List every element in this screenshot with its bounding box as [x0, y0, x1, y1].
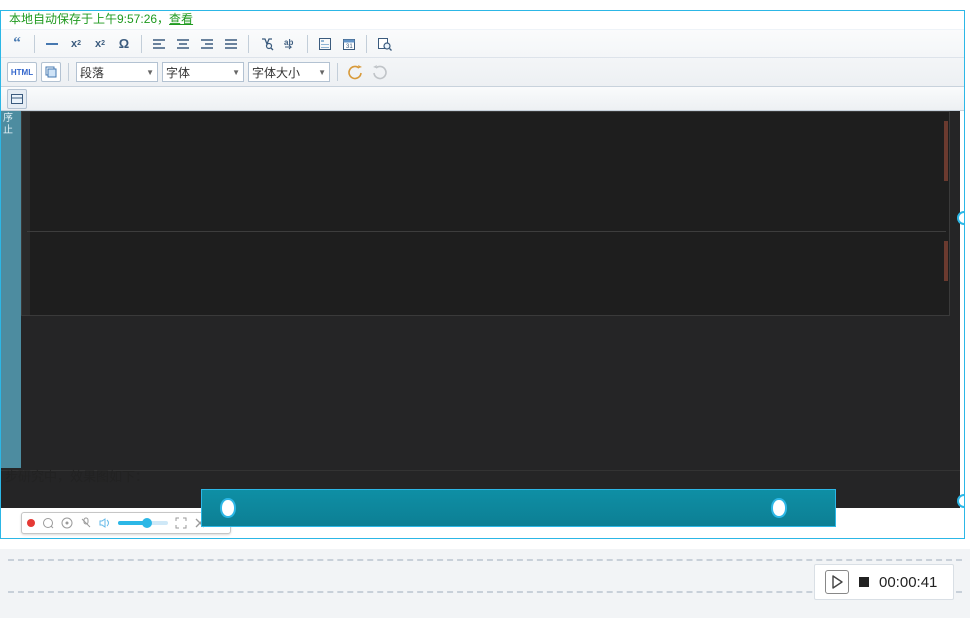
toolbar: “ x2 x2 Ω ab 31 HTML: [1, 30, 964, 87]
selected-image-1[interactable]: 序止: [1, 111, 249, 386]
fullscreen-icon[interactable]: [175, 517, 187, 529]
hr-button[interactable]: [42, 34, 62, 54]
separator: [34, 35, 35, 53]
font-size-select[interactable]: 字体大小 ▼: [248, 62, 330, 82]
chevron-down-icon: ▼: [146, 68, 154, 77]
redo-button[interactable]: [369, 62, 389, 82]
autosave-bar: 本地自动保存于上午9:57:26，查看: [1, 11, 964, 30]
minimap-scroll-2: [944, 241, 948, 281]
autosave-text: 本地自动保存于上午9:57:26，: [9, 12, 169, 26]
separator: [307, 35, 308, 53]
recorder-time: 00:00:41: [879, 574, 937, 591]
separator: [141, 35, 142, 53]
template-button[interactable]: [315, 34, 335, 54]
toolbar-row-2: HTML 段落 ▼ 字体 ▼ 字体大小 ▼: [1, 58, 964, 86]
table-cell-button[interactable]: [7, 89, 27, 109]
subscript-button[interactable]: x2: [66, 34, 86, 54]
edit-canvas[interactable]: 序止: [1, 111, 964, 538]
editor-frame: 本地自动保存于上午9:57:26，查看 “ x2 x2 Ω ab 31: [0, 10, 965, 539]
stop-button[interactable]: [859, 577, 869, 587]
svg-text:31: 31: [346, 44, 353, 50]
special-char-button[interactable]: Ω: [114, 34, 134, 54]
align-left-button[interactable]: [149, 34, 169, 54]
layers-button[interactable]: [41, 62, 61, 82]
sidepane-text: 序止: [3, 113, 13, 136]
screen-recorder-overlay: 00:00:41: [814, 564, 954, 600]
replace-button[interactable]: ab: [280, 34, 300, 54]
mic-off-icon[interactable]: [80, 517, 92, 529]
superscript-button[interactable]: x2: [90, 34, 110, 54]
record-icon[interactable]: [27, 519, 35, 527]
resize-handle-w[interactable]: [220, 498, 236, 518]
settings-icon[interactable]: [61, 517, 73, 529]
toolbar-row-1: “ x2 x2 Ω ab 31: [1, 30, 964, 58]
resize-handle-se[interactable]: [957, 494, 964, 508]
format-select-label: 段落: [80, 64, 108, 81]
play-icon: [830, 575, 844, 589]
undo-button[interactable]: [345, 62, 365, 82]
panel-divider: [27, 231, 946, 232]
chevron-down-icon: ▼: [318, 68, 326, 77]
autosave-view-link[interactable]: 查看: [169, 12, 193, 26]
content-text: 步研究中，效果图如下：: [5, 466, 148, 485]
separator: [248, 35, 249, 53]
separator: [68, 63, 69, 81]
app-sidepane: 序止: [1, 111, 21, 468]
dashed-divider: [8, 559, 962, 561]
selected-image-2[interactable]: [201, 489, 836, 527]
resize-handle-e[interactable]: [771, 498, 787, 518]
font-select[interactable]: 字体 ▼: [162, 62, 244, 82]
preview-button[interactable]: [374, 34, 394, 54]
embedded-app-screenshot: 序止: [1, 111, 960, 508]
play-button[interactable]: [825, 570, 849, 594]
align-right-button[interactable]: [197, 34, 217, 54]
slider-knob[interactable]: [142, 518, 152, 528]
find-button[interactable]: [256, 34, 276, 54]
align-center-button[interactable]: [173, 34, 193, 54]
align-justify-button[interactable]: [221, 34, 241, 54]
blockquote-button[interactable]: “: [7, 34, 27, 54]
html-source-button[interactable]: HTML: [7, 62, 37, 82]
separator: [337, 63, 338, 81]
pause-icon[interactable]: [42, 517, 54, 529]
date-button[interactable]: 31: [339, 34, 359, 54]
svg-text:ab: ab: [284, 38, 293, 47]
font-select-label: 字体: [166, 64, 194, 81]
chevron-down-icon: ▼: [232, 68, 240, 77]
separator: [366, 35, 367, 53]
recording-toolbar: [21, 512, 231, 534]
format-select[interactable]: 段落 ▼: [76, 62, 158, 82]
minimap-scroll: [944, 121, 948, 181]
code-area: [21, 111, 950, 316]
volume-icon[interactable]: [99, 517, 111, 529]
font-size-select-label: 字体大小: [252, 64, 304, 81]
volume-slider[interactable]: [118, 521, 168, 525]
toolbar-row-3: [1, 87, 964, 111]
resize-handle-e[interactable]: [957, 211, 964, 225]
